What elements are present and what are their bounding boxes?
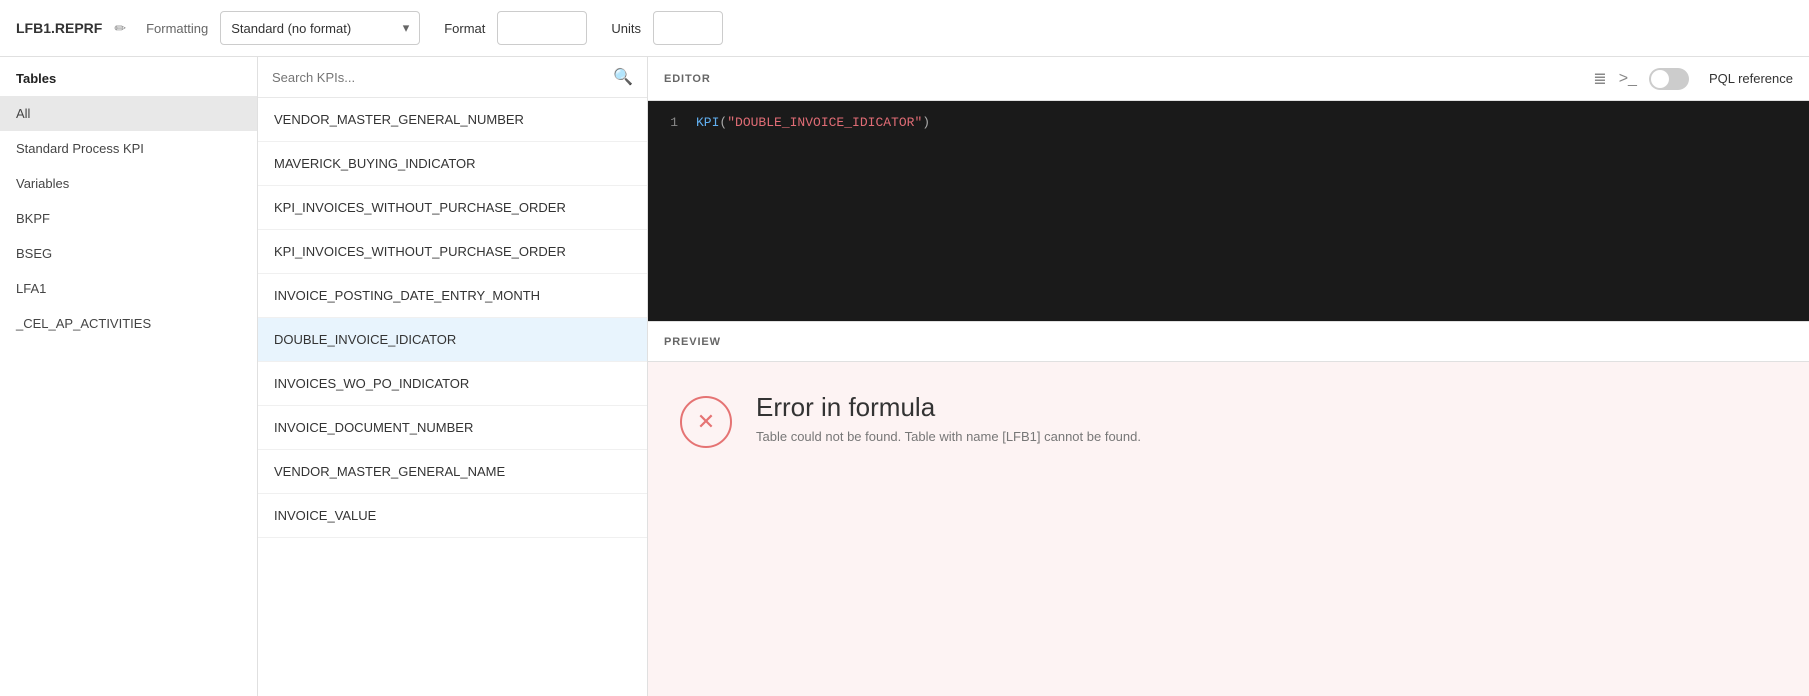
kpi-list: VENDOR_MASTER_GENERAL_NUMBER MAVERICK_BU… bbox=[258, 98, 647, 696]
kpi-item-kpi-invoices-without-po-1[interactable]: KPI_INVOICES_WITHOUT_PURCHASE_ORDER bbox=[258, 186, 647, 230]
editor-toolbar: EDITOR ≣ >_ PQL reference bbox=[648, 57, 1809, 101]
search-icon: 🔍 bbox=[613, 67, 633, 87]
kpi-item-invoice-value[interactable]: INVOICE_VALUE bbox=[258, 494, 647, 538]
kpi-panel: 🔍 VENDOR_MASTER_GENERAL_NUMBER MAVERICK_… bbox=[258, 57, 648, 696]
main-layout: Tables All Standard Process KPI Variable… bbox=[0, 57, 1809, 696]
error-text-block: Error in formula Table could not be foun… bbox=[756, 392, 1141, 444]
sidebar: Tables All Standard Process KPI Variable… bbox=[0, 57, 258, 696]
editor-label: EDITOR bbox=[664, 73, 1593, 85]
sidebar-section-title: Tables bbox=[0, 57, 257, 96]
terminal-icon[interactable]: >_ bbox=[1619, 70, 1637, 88]
list-icon[interactable]: ≣ bbox=[1593, 69, 1606, 89]
right-panel: EDITOR ≣ >_ PQL reference 1 KPI("DOUBLE_… bbox=[648, 57, 1809, 696]
units-label: Units bbox=[611, 21, 641, 36]
preview-toolbar: PREVIEW bbox=[648, 322, 1809, 362]
kpi-item-kpi-invoices-without-po-2[interactable]: KPI_INVOICES_WITHOUT_PURCHASE_ORDER bbox=[258, 230, 647, 274]
sidebar-item-bseg[interactable]: BSEG bbox=[0, 236, 257, 271]
sidebar-item-bkpf[interactable]: BKPF bbox=[0, 201, 257, 236]
units-input[interactable] bbox=[653, 11, 723, 45]
preview-content: ✕ Error in formula Table could not be fo… bbox=[648, 362, 1809, 696]
sidebar-item-standard-process-kpi[interactable]: Standard Process KPI bbox=[0, 131, 257, 166]
error-title: Error in formula bbox=[756, 392, 1141, 423]
code-content[interactable]: KPI("DOUBLE_INVOICE_IDICATOR") bbox=[688, 101, 1809, 321]
kpi-item-vendor-master-general-name[interactable]: VENDOR_MASTER_GENERAL_NAME bbox=[258, 450, 647, 494]
kpi-item-invoice-document-number[interactable]: INVOICE_DOCUMENT_NUMBER bbox=[258, 406, 647, 450]
code-string: "DOUBLE_INVOICE_IDICATOR" bbox=[727, 115, 922, 130]
line-numbers: 1 bbox=[648, 101, 688, 321]
formatting-label: Formatting bbox=[146, 21, 208, 36]
code-line-1: KPI("DOUBLE_INVOICE_IDICATOR") bbox=[696, 113, 1809, 134]
kpi-item-vendor-master-general-number[interactable]: VENDOR_MASTER_GENERAL_NUMBER bbox=[258, 98, 647, 142]
sidebar-item-cel-ap-activities[interactable]: _CEL_AP_ACTIVITIES bbox=[0, 306, 257, 341]
editor-section: EDITOR ≣ >_ PQL reference 1 KPI("DOUBLE_… bbox=[648, 57, 1809, 321]
chevron-down-icon: ▾ bbox=[403, 20, 410, 36]
code-close-paren: ) bbox=[922, 115, 930, 130]
pql-reference-label: PQL reference bbox=[1709, 71, 1793, 86]
kpi-item-maverick-buying-indicator[interactable]: MAVERICK_BUYING_INDICATOR bbox=[258, 142, 647, 186]
error-description: Table could not be found. Table with nam… bbox=[756, 429, 1141, 444]
sidebar-item-variables[interactable]: Variables bbox=[0, 166, 257, 201]
format-input[interactable] bbox=[497, 11, 587, 45]
kpi-search-input[interactable] bbox=[272, 70, 605, 85]
preview-label: PREVIEW bbox=[664, 336, 721, 348]
format-select-value: Standard (no format) bbox=[231, 21, 351, 36]
format-select[interactable]: Standard (no format) ▾ bbox=[220, 11, 420, 45]
header: LFB1.REPRF ✏ Formatting Standard (no for… bbox=[0, 0, 1809, 57]
header-title: LFB1.REPRF bbox=[16, 20, 102, 36]
sidebar-item-all[interactable]: All bbox=[0, 96, 257, 131]
sidebar-item-lfa1[interactable]: LFA1 bbox=[0, 271, 257, 306]
line-number-1: 1 bbox=[662, 113, 678, 134]
error-x-mark: ✕ bbox=[697, 409, 715, 435]
kpi-item-invoice-posting-date-entry-month[interactable]: INVOICE_POSTING_DATE_ENTRY_MONTH bbox=[258, 274, 647, 318]
kpi-item-invoices-wo-po-indicator[interactable]: INVOICES_WO_PO_INDICATOR bbox=[258, 362, 647, 406]
editor-code-area[interactable]: 1 KPI("DOUBLE_INVOICE_IDICATOR") bbox=[648, 101, 1809, 321]
edit-icon[interactable]: ✏ bbox=[114, 20, 126, 37]
preview-section: PREVIEW ✕ Error in formula Table could n… bbox=[648, 321, 1809, 696]
error-icon: ✕ bbox=[680, 396, 732, 448]
editor-icons: ≣ >_ PQL reference bbox=[1593, 68, 1793, 90]
kpi-item-double-invoice-idicator[interactable]: DOUBLE_INVOICE_IDICATOR bbox=[258, 318, 647, 362]
kpi-search-bar: 🔍 bbox=[258, 57, 647, 98]
format-label: Format bbox=[444, 21, 485, 36]
pql-toggle[interactable] bbox=[1649, 68, 1689, 90]
code-keyword: KPI bbox=[696, 115, 719, 130]
